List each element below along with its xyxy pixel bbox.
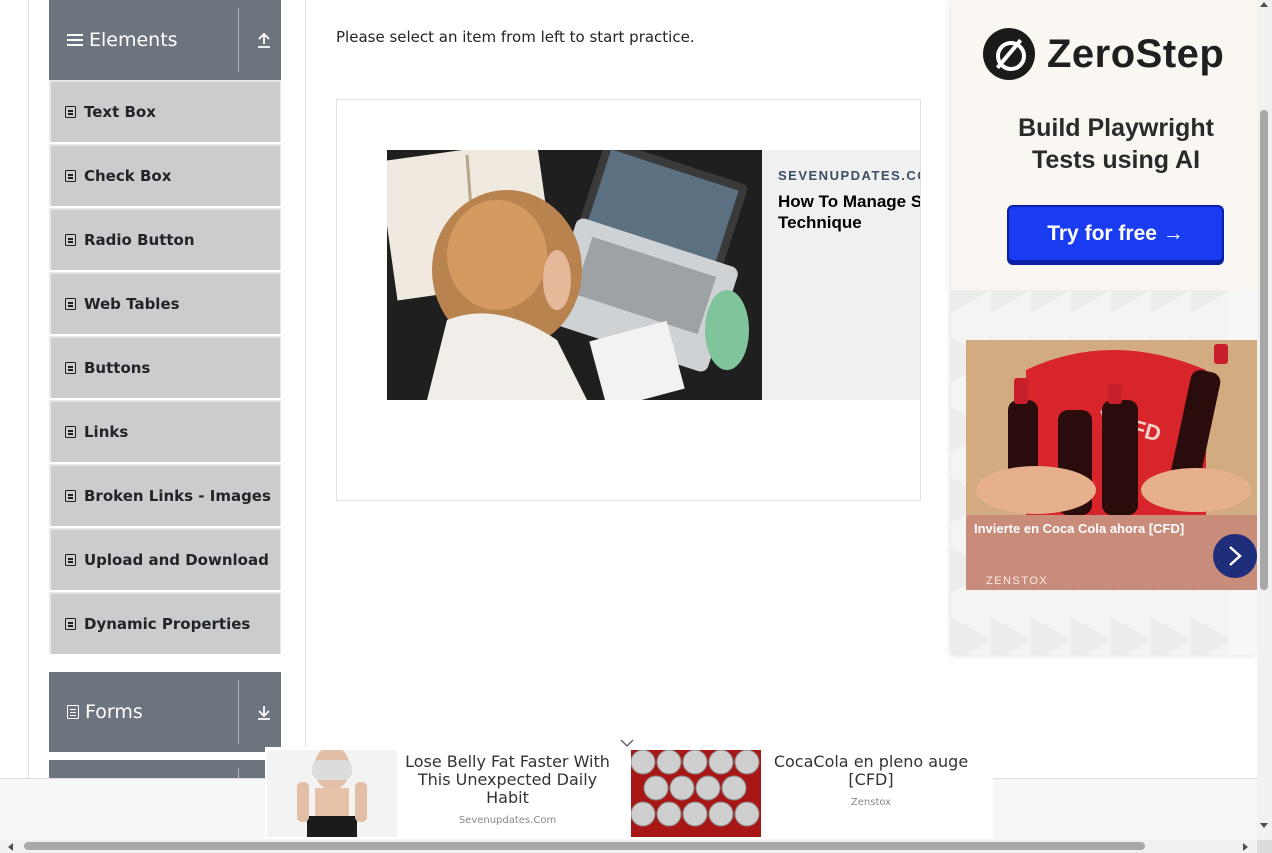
zerostep-tagline-line1: Build Playwright xyxy=(1018,114,1214,142)
vertical-scrollbar[interactable] xyxy=(1257,0,1272,840)
elements-header-title: Elements xyxy=(67,0,178,80)
vertical-scroll-thumb[interactable] xyxy=(1260,110,1268,590)
try-for-free-button[interactable]: Try for free → xyxy=(1007,205,1224,262)
intro-text: Please select an item from left to start… xyxy=(336,28,695,46)
scroll-left-icon[interactable] xyxy=(8,843,13,851)
chevron-down-icon[interactable] xyxy=(620,733,634,748)
html5-icon xyxy=(65,106,76,118)
zerostep-logo-icon xyxy=(983,28,1035,80)
sidebar-item-upload-download[interactable]: Upload and Download xyxy=(49,528,281,590)
horizontal-scroll-thumb[interactable] xyxy=(24,842,1145,850)
download-arrow-icon[interactable] xyxy=(253,672,275,752)
sidebar-item-radio-button[interactable]: Radio Button xyxy=(49,208,281,270)
header-divider xyxy=(238,768,239,778)
left-border xyxy=(28,0,29,778)
zerostep-logo: ZeroStep xyxy=(983,28,1224,80)
fitness-ad-image[interactable] xyxy=(267,750,397,837)
scroll-right-icon[interactable] xyxy=(1243,843,1248,851)
html5-icon xyxy=(65,426,76,438)
document-icon xyxy=(67,705,79,719)
header-divider xyxy=(238,8,239,72)
sidebar-item-label: Upload and Download xyxy=(84,551,269,569)
content-ad[interactable]: SEVENUPDATES.COM How To Manage Stre Tech… xyxy=(336,99,921,501)
upload-arrow-icon[interactable] xyxy=(253,0,275,80)
coke-ad-title: Invierte en Coca Cola ahora [CFD] xyxy=(974,521,1185,536)
html5-icon xyxy=(65,362,76,374)
elements-title-text: Elements xyxy=(89,29,178,51)
zerostep-tagline-line2: Tests using AI xyxy=(1031,146,1201,174)
ad-headline[interactable]: How To Manage Stre Technique xyxy=(778,191,920,233)
coke-sticky-ad-source: Zenstox xyxy=(850,797,892,808)
zerostep-ad[interactable]: ZeroStep Build Playwright Tests using AI… xyxy=(951,0,1257,290)
scrollbar-corner xyxy=(1257,840,1272,853)
sidebar-item-check-box[interactable]: Check Box xyxy=(49,144,281,206)
ad-headline-line1: How To Manage Stre xyxy=(778,192,920,211)
sidebar-item-label: Web Tables xyxy=(84,295,180,313)
ad-headline-line2: Technique xyxy=(778,213,862,232)
cans-ad-image[interactable] xyxy=(631,750,761,837)
forms-group-header[interactable]: Forms xyxy=(49,672,281,752)
hamburger-icon xyxy=(67,33,83,47)
sidebar-item-broken-links[interactable]: Broken Links - Images xyxy=(49,464,281,526)
coke-ad-image[interactable]: YS.FD xyxy=(966,340,1257,515)
html5-icon xyxy=(65,170,76,182)
sidebar-item-buttons[interactable]: Buttons xyxy=(49,336,281,398)
forms-title-text: Forms xyxy=(85,701,143,723)
coke-sticky-ad-text[interactable]: CocaCola en pleno auge [CFD] xyxy=(765,753,977,789)
scroll-down-icon[interactable] xyxy=(1260,823,1268,828)
fitness-ad-source: Sevenupdates.Com xyxy=(458,815,557,826)
sidebar-item-label: Buttons xyxy=(84,359,151,377)
sidebar-item-text-box[interactable]: Text Box xyxy=(49,80,281,142)
coke-ad-brand: ZENSTOX xyxy=(986,575,1049,587)
html5-icon xyxy=(65,490,76,502)
sidebar-item-label: Links xyxy=(84,423,129,441)
sticky-bottom-ad[interactable]: Lose Belly Fat Faster With This Unexpect… xyxy=(265,747,993,839)
zerostep-brand: ZeroStep xyxy=(1047,31,1225,76)
sidebar-item-label: Text Box xyxy=(84,103,156,121)
sidebar-item-label: Check Box xyxy=(84,167,172,185)
sidebar-border xyxy=(305,0,306,778)
chevron-right-icon[interactable] xyxy=(1213,534,1257,578)
sidebar-item-label: Radio Button xyxy=(84,231,195,249)
html5-icon xyxy=(65,234,76,246)
next-group-header[interactable] xyxy=(49,760,281,778)
header-divider xyxy=(238,680,239,744)
elements-group-header[interactable]: Elements xyxy=(49,0,281,80)
html5-icon xyxy=(65,618,76,630)
fitness-ad-text[interactable]: Lose Belly Fat Faster With This Unexpect… xyxy=(400,753,615,807)
html5-icon xyxy=(65,298,76,310)
ad-source: SEVENUPDATES.COM xyxy=(778,168,920,183)
ad-photo-stressed-woman[interactable] xyxy=(387,150,762,400)
ad-text-panel[interactable]: SEVENUPDATES.COM How To Manage Stre Tech… xyxy=(762,150,920,400)
sidebar-item-web-tables[interactable]: Web Tables xyxy=(49,272,281,334)
right-ad-column[interactable]: ZeroStep Build Playwright Tests using AI… xyxy=(951,0,1257,655)
forms-header-title: Forms xyxy=(67,672,143,752)
sidebar-item-links[interactable]: Links xyxy=(49,400,281,462)
sidebar-item-label: Broken Links - Images xyxy=(84,487,271,505)
sidebar-item-label: Dynamic Properties xyxy=(84,615,251,633)
scroll-up-icon[interactable] xyxy=(1260,2,1268,7)
sidebar-item-dynamic-properties[interactable]: Dynamic Properties xyxy=(49,592,281,654)
html5-icon xyxy=(65,554,76,566)
horizontal-scrollbar[interactable] xyxy=(0,840,1257,853)
zerostep-tagline: Build Playwright Tests using AI xyxy=(951,112,1257,176)
